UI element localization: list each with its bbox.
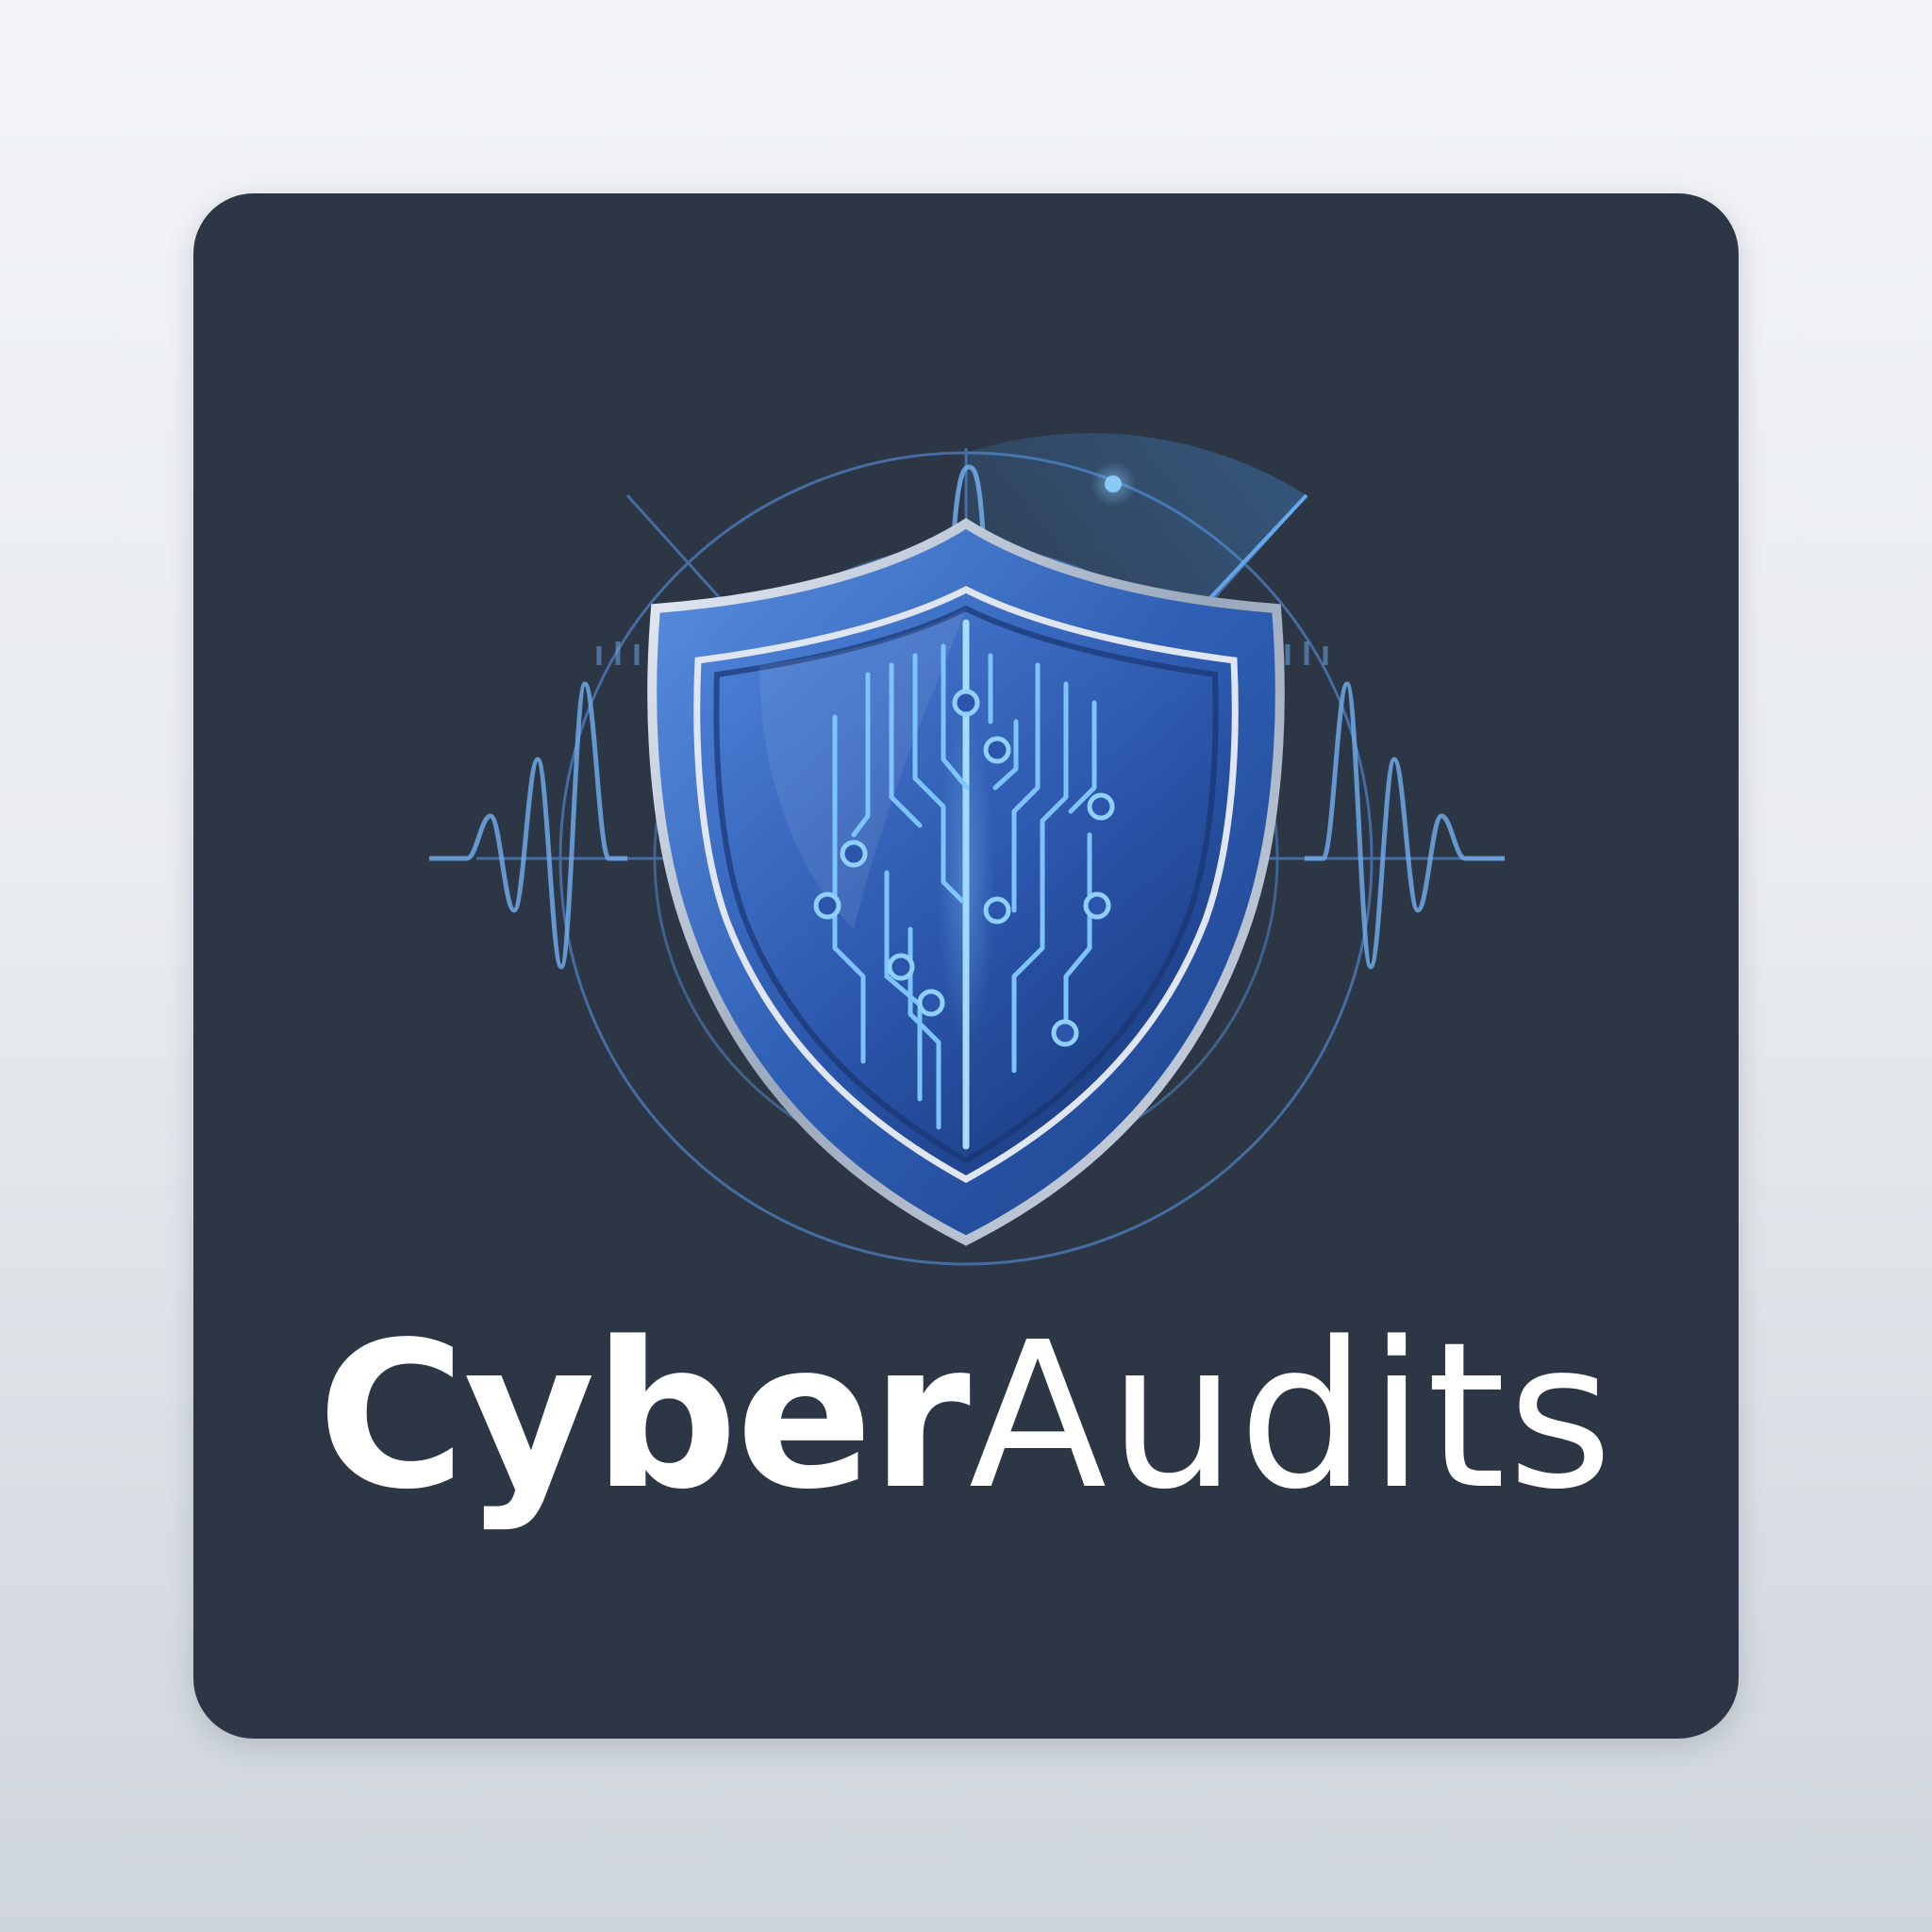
logo-card: CyberAudits bbox=[193, 193, 1739, 1739]
brand-name-cyber: Cyber bbox=[317, 1299, 970, 1534]
brand-name: CyberAudits bbox=[193, 1316, 1739, 1518]
brand-name-audits: Audits bbox=[968, 1299, 1615, 1534]
